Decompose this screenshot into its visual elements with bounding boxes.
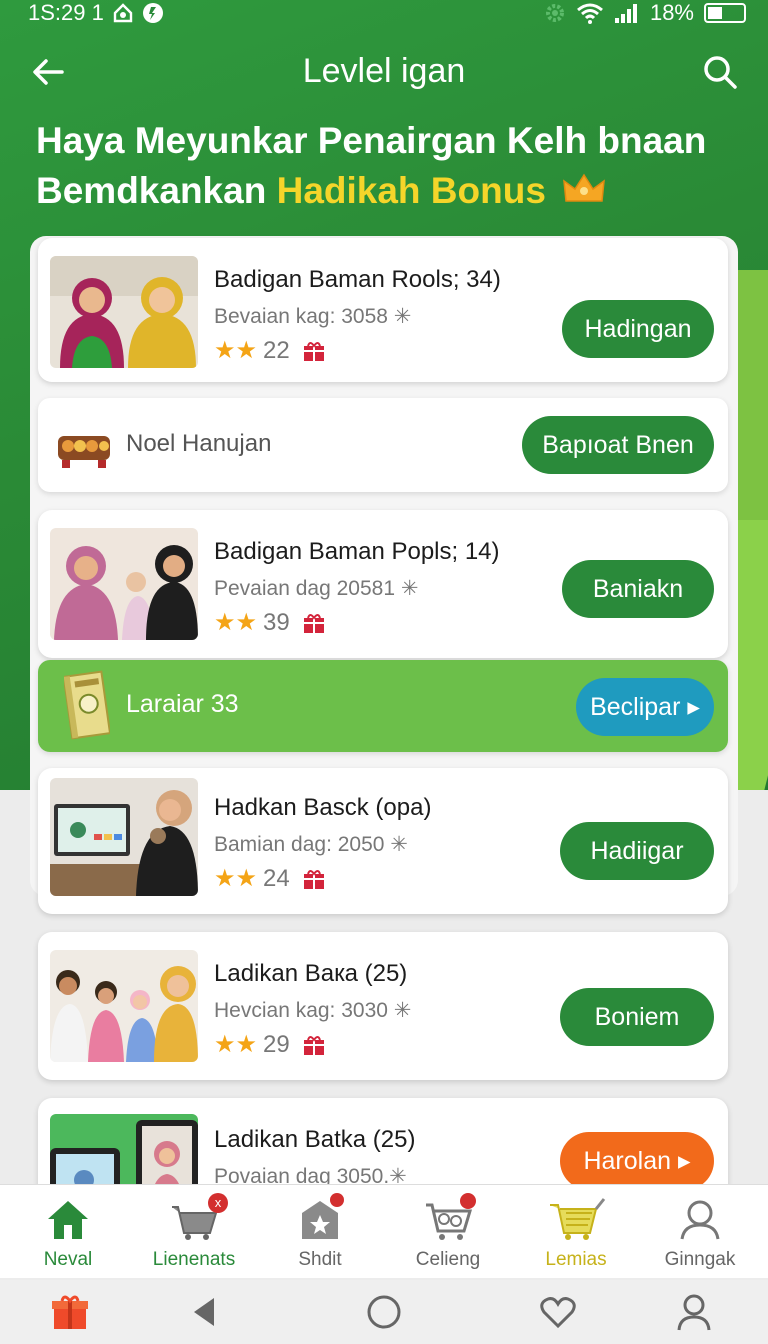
headline-line1: Haya Meyunkar Penairgan Kelh bnaan: [36, 120, 707, 161]
item-rating-row: ★★ 39: [214, 609, 500, 637]
banner-label: Noel Hanujan: [126, 430, 272, 457]
item-info: Badigan Baman Rools; 34) Bevaian kag: 30…: [214, 266, 501, 365]
item-thumbnail: [50, 528, 198, 640]
nav-item-profile[interactable]: Ginngak: [636, 1193, 764, 1271]
wifi-icon: [576, 2, 604, 24]
app-bar: Levlel igan: [0, 40, 768, 104]
star-icon: ★★: [214, 337, 258, 364]
list-item[interactable]: Hadkan Basck (opa) Bamian dag: 2050 ✳ ★★…: [38, 768, 728, 914]
tray-food-icon: [54, 416, 114, 474]
basket-icon: x: [130, 1193, 258, 1245]
home-circle-icon[interactable]: [364, 1292, 404, 1332]
nav-item-shop[interactable]: Shdit: [256, 1193, 384, 1271]
promo-banner[interactable]: Noel Hanujan Bapıoat Bnen: [38, 398, 728, 492]
item-thumbnail: [50, 256, 198, 368]
person-icon: [636, 1193, 764, 1245]
nav-label: Shdit: [298, 1249, 342, 1270]
nav-label: Neval: [43, 1249, 93, 1270]
item-rating-row: ★★ 29: [214, 1031, 411, 1059]
item-name: Ladikan Batka (25): [214, 1126, 416, 1153]
heart-icon[interactable]: [538, 1292, 578, 1332]
item-info: Ladikan Batka (25) Povaian dag 3050.✳: [214, 1126, 415, 1189]
back-triangle-icon[interactable]: [184, 1292, 224, 1332]
gift-icon: [302, 340, 326, 362]
item-name: Ladikan Baкa (25): [214, 960, 408, 987]
item-subtitle: Hevcian kag: 3030 ✳: [214, 999, 412, 1022]
gift-icon: [302, 612, 326, 634]
item-info: Hadkan Basck (opa) Bamian dag: 2050 ✳ ★★…: [214, 794, 431, 893]
nav-label: Lemias: [545, 1249, 607, 1270]
notification-badge-icon: [330, 1193, 344, 1207]
headline-line2: Bemdkankan Hadikah Bonus: [36, 166, 736, 218]
list-item[interactable]: Ladikan Baкa (25) Hevcian kag: 3030 ✳ ★★…: [38, 932, 728, 1080]
account-icon[interactable]: [674, 1292, 714, 1332]
promo-banner-green[interactable]: Laraiar 33 Beclipar ▸: [38, 660, 728, 752]
banner-action-button[interactable]: Bapıoat Bnen: [522, 416, 714, 474]
gift-icon: [302, 1034, 326, 1056]
star-icon: ★★: [214, 609, 258, 636]
item-info: Ladikan Baкa (25) Hevcian kag: 3030 ✳ ★★…: [214, 960, 411, 1059]
item-thumbnail: [50, 950, 198, 1062]
item-info: Badigan Baman Popls; 14) Pevaian dag 205…: [214, 538, 500, 637]
item-rating-row: ★★ 24: [214, 865, 431, 893]
notification-badge-icon: [460, 1193, 476, 1209]
item-subtitle: Bamian dag: 2050 ✳: [214, 833, 408, 856]
gift-icon: [302, 868, 326, 890]
home-status-icon: [112, 2, 134, 24]
item-name: Hadkan Basck (opa): [214, 794, 432, 821]
item-action-button[interactable]: Hadiigar: [560, 822, 714, 880]
bottom-navigation: Neval x Lienenats Shdit Celieng Lemias G…: [0, 1184, 768, 1278]
status-bar: 1S:29 1 18%: [0, 0, 768, 28]
item-name: Badigan Baman Popls; 14): [214, 538, 500, 565]
system-navigation-bar: [0, 1280, 768, 1344]
battery-percent: 18%: [649, 0, 694, 25]
item-subtitle: Pevaian dag 20581 ✳: [214, 577, 419, 600]
item-rating: 24: [263, 865, 290, 892]
nav-item-home[interactable]: Neval: [4, 1193, 132, 1271]
nav-item-cart[interactable]: Celieng: [384, 1193, 512, 1271]
nav-label: Ginngak: [664, 1249, 736, 1270]
nav-item-basket[interactable]: x Lienenats: [130, 1193, 258, 1271]
gift-box-icon[interactable]: [50, 1292, 90, 1332]
cart-icon: [384, 1193, 512, 1245]
crown-icon: [562, 168, 606, 218]
signal-icon: [614, 2, 640, 24]
item-action-button[interactable]: Hadingan: [562, 300, 714, 358]
headline-line2-start: Bemdkankan: [36, 170, 267, 211]
item-action-button[interactable]: Boniem: [560, 988, 714, 1046]
list-item[interactable]: Badigan Baman Popls; 14) Pevaian dag 205…: [38, 510, 728, 658]
promo-headline: Haya Meyunkar Penairgan Kelh bnaan Bemdk…: [36, 116, 736, 218]
status-time: 1S:29 1: [28, 0, 104, 25]
book-icon: [62, 670, 112, 742]
banner-label: Laraiar 33: [126, 690, 239, 718]
item-rating: 39: [263, 609, 290, 636]
close-badge-icon: x: [208, 1193, 228, 1213]
battery-icon: [704, 3, 746, 23]
nav-item-trolley[interactable]: Lemias: [512, 1193, 640, 1271]
item-thumbnail: [50, 778, 198, 896]
headline-accent: Hadikah Bonus: [276, 170, 546, 211]
item-rating: 29: [263, 1031, 290, 1058]
item-rating: 22: [263, 337, 290, 364]
search-icon[interactable]: [700, 52, 740, 92]
app-status-icon: [142, 2, 164, 24]
item-rating-row: ★★ 22: [214, 337, 501, 365]
banner-action-button[interactable]: Beclipar ▸: [576, 678, 714, 736]
shop-star-icon: [256, 1193, 384, 1245]
item-name: Badigan Baman Rools; 34): [214, 266, 501, 293]
page-title: Levlel igan: [302, 52, 466, 90]
star-icon: ★★: [214, 1031, 258, 1058]
item-subtitle: Bevaian kag: 3058 ✳: [214, 305, 412, 328]
settings-status-icon: [544, 2, 566, 24]
star-icon: ★★: [214, 865, 258, 892]
list-item[interactable]: Badigan Baman Rools; 34) Bevaian kag: 30…: [38, 238, 728, 382]
item-action-button[interactable]: Harolan ▸: [560, 1132, 714, 1190]
trolley-icon: [512, 1193, 640, 1245]
nav-label: Lienenats: [152, 1249, 236, 1270]
nav-label: Celieng: [415, 1249, 481, 1270]
item-action-button[interactable]: Baniakn: [562, 560, 714, 618]
home-icon: [4, 1193, 132, 1245]
